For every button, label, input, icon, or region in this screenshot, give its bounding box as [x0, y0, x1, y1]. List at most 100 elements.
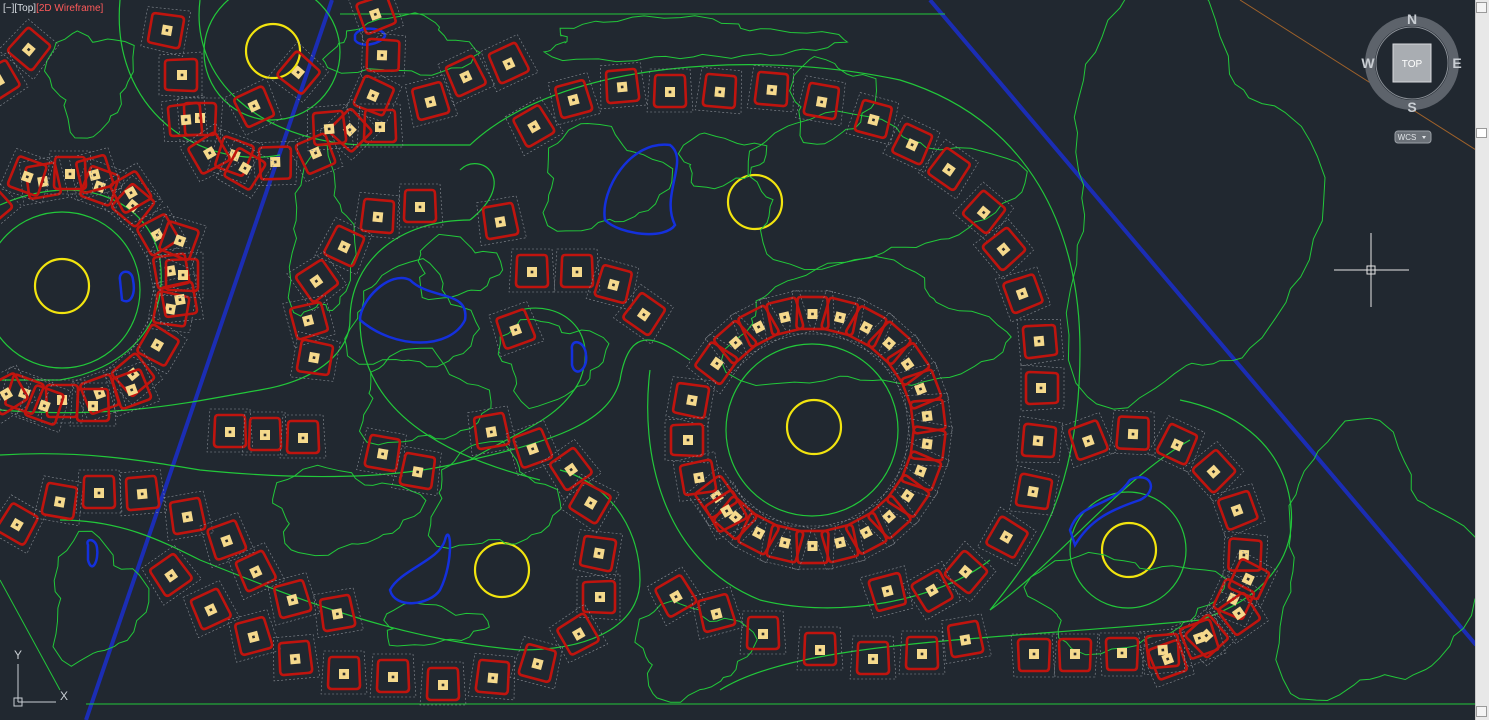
water-feature	[358, 276, 467, 344]
unit-marker	[181, 273, 185, 277]
lot	[560, 473, 620, 534]
lot	[795, 75, 846, 127]
unit-marker	[1031, 490, 1035, 494]
unit-marker	[871, 657, 875, 661]
viewcube-face-label: TOP	[1402, 59, 1423, 70]
lot	[739, 610, 787, 655]
lot	[488, 301, 545, 357]
lot	[199, 512, 256, 568]
lot	[646, 68, 694, 113]
unit-marker	[1242, 553, 1246, 557]
lot	[158, 51, 203, 99]
lot	[995, 266, 1051, 323]
water-feature	[118, 270, 135, 303]
scroll-thumb[interactable]	[1476, 128, 1487, 138]
unit-marker	[58, 500, 62, 504]
viewcube[interactable]: TOP N S E W WCS	[1361, 11, 1462, 144]
lot	[845, 92, 900, 146]
unit-marker	[1131, 432, 1135, 436]
lot	[1016, 318, 1064, 367]
pond-circle	[244, 22, 302, 80]
lot	[664, 416, 709, 464]
shrub-outline	[1275, 417, 1476, 702]
lot	[849, 635, 897, 680]
lot	[893, 442, 950, 499]
lot	[206, 408, 254, 453]
lot	[251, 141, 298, 186]
lot	[0, 174, 23, 237]
unit-marker	[165, 28, 169, 32]
unit-marker	[184, 118, 188, 122]
unit-marker	[811, 312, 814, 316]
visual-style-menu-button[interactable]: [2D Wireframe]	[36, 3, 103, 14]
unit-marker	[312, 356, 316, 360]
compass-west[interactable]: W	[1361, 55, 1375, 71]
lot	[1010, 633, 1058, 678]
lot	[227, 609, 282, 663]
unit-marker	[818, 648, 822, 652]
unit-marker	[920, 652, 924, 656]
shrub-outline	[322, 12, 482, 76]
unit-marker	[380, 53, 384, 57]
pond-circle	[726, 173, 784, 231]
view-menu-button[interactable]: [Top]	[14, 3, 36, 14]
lot	[934, 540, 997, 603]
lot	[1108, 409, 1156, 456]
road-centerline	[459, 163, 495, 221]
unit-marker	[598, 595, 602, 599]
lot	[182, 580, 241, 639]
water-feature	[570, 341, 588, 373]
unit-marker	[178, 298, 182, 302]
unit-marker	[620, 85, 624, 89]
viewport-menu-button[interactable]: [−]	[3, 3, 14, 14]
lot	[227, 542, 286, 601]
viewport-controls: [−][Top][2D Wireframe]	[3, 3, 103, 14]
shrub-outline	[427, 440, 562, 550]
water-feature	[603, 143, 679, 236]
compass-north[interactable]: N	[1407, 11, 1417, 27]
vertical-scrollbar[interactable]	[1475, 0, 1489, 720]
scroll-down-button[interactable]	[1476, 706, 1487, 717]
unit-marker	[1037, 339, 1041, 343]
unit-marker	[925, 414, 929, 418]
lot	[396, 183, 444, 228]
unit-marker	[697, 476, 701, 480]
lot	[476, 195, 527, 247]
drawing-canvas[interactable]: TOP N S E W WCS Y X	[0, 0, 1476, 720]
lot	[572, 529, 624, 580]
lot	[508, 248, 556, 293]
lot	[509, 636, 564, 690]
lot	[893, 361, 950, 418]
lot	[599, 62, 648, 110]
cul-de-sac	[203, 0, 341, 121]
compass-east[interactable]: E	[1452, 55, 1461, 71]
compass-south[interactable]: S	[1407, 99, 1416, 115]
unit-marker	[327, 127, 331, 131]
unit-marker	[820, 100, 824, 104]
scroll-up-button[interactable]	[1476, 2, 1487, 13]
shrub-outline	[542, 15, 849, 63]
lot	[0, 18, 60, 81]
site-boundary	[0, 579, 61, 691]
lot	[898, 630, 946, 675]
lot	[1061, 412, 1118, 469]
unit-marker	[418, 205, 422, 209]
unit-marker	[185, 515, 189, 519]
unit-marker	[335, 612, 339, 616]
lot	[977, 506, 1037, 567]
unit-marker	[91, 404, 95, 408]
lot	[941, 613, 992, 665]
lot	[746, 65, 795, 113]
unit-marker	[1032, 652, 1036, 656]
lot	[369, 653, 417, 698]
lot	[101, 174, 164, 237]
lot	[163, 490, 214, 542]
lot	[404, 74, 459, 128]
unit-marker	[1073, 652, 1077, 656]
pond-circle	[1100, 521, 1158, 579]
unit-marker	[597, 551, 601, 555]
lot	[224, 77, 283, 136]
shrub-outline	[43, 30, 135, 139]
unit-marker	[391, 675, 395, 679]
lot	[952, 181, 1015, 244]
